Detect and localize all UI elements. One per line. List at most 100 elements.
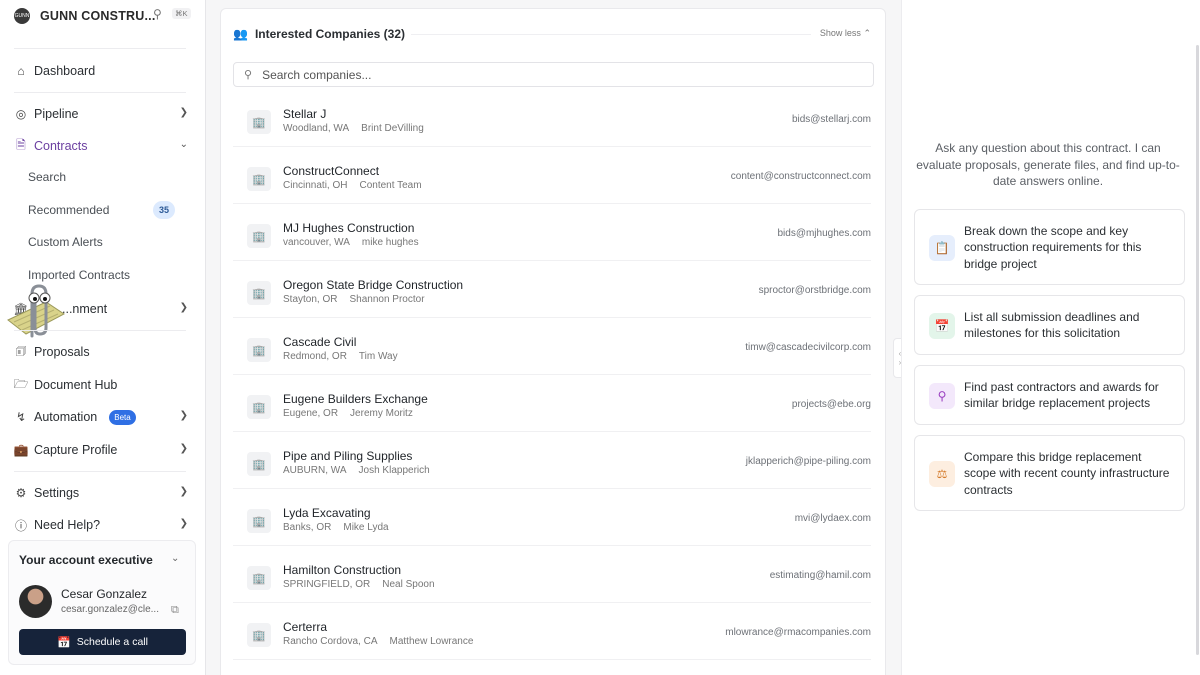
lightning-icon: ↯ [15,410,27,424]
clipboard-icon: 📋 [929,235,955,261]
company-meta: Redmond, OR Tim Way [283,351,398,362]
company-location: Rancho Cordova, CA [283,636,378,647]
building-icon: 🏢 [247,224,271,248]
suggestion-text: List all submission deadlines and milest… [964,310,1140,341]
divider [14,92,186,93]
nav-need-help-label: Need Help? [34,518,101,532]
company-contact: Mike Lyda [343,522,389,533]
building-icon: 🏢 [247,167,271,191]
company-contact: Neal Spoon [382,579,435,590]
suggestion-card[interactable]: 📋 Break down the scope and key construct… [914,209,1185,285]
company-name: MJ Hughes Construction [283,221,415,235]
company-search-box[interactable]: ⚲ [233,62,874,87]
nav-contracts-imported[interactable]: Imported Contracts [28,265,130,285]
brand-name: GUNN CONSTRU... [40,9,156,23]
company-row[interactable]: 🏢 Pipe and Piling Supplies AUBURN, WA Josh … [233,437,871,489]
company-email[interactable]: content@constructconnect.com [731,171,871,182]
scrollbar[interactable] [1196,45,1199,655]
nav-contracts-custom-alerts[interactable]: Custom Alerts [28,232,103,252]
company-email[interactable]: bids@stellarj.com [792,114,871,125]
nav-capture-profile[interactable]: 💼 Capture Profile ❯ [14,439,192,461]
nav-pipeline[interactable]: ◎ Pipeline ❯ [14,103,192,125]
nav-contracts-search[interactable]: Search [28,167,66,187]
shortcut-hint: ⌘K [172,8,191,19]
company-row[interactable]: 🏢 Cascade Civil Redmond, OR Tim Way timw@cas… [233,323,871,375]
search-icon: ⚲ [929,383,955,409]
brand-header[interactable]: GUNN GUNN CONSTRU... ⚲ ⌘K [14,6,194,26]
company-name: Lyda Excavating [283,506,371,520]
nav-dashboard[interactable]: ⌂ Dashboard [14,60,192,82]
company-row[interactable]: 🏢 Hamilton Construction SPRINGFIELD, OR Nea… [233,551,871,603]
company-row[interactable]: 🏢 Certerra Rancho Cordova, CA Matthew Lowra… [233,608,871,660]
schedule-call-button[interactable]: 📅 Schedule a call [19,629,186,655]
company-search-input[interactable] [262,67,843,82]
company-meta: Cincinnati, OH Content Team [283,180,422,191]
company-row[interactable]: 🏢 Lyda Excavating Banks, OR Mike Lyda mvi@ly… [233,494,871,546]
nav-dashboard-label: Dashboard [34,64,96,78]
company-row[interactable]: 🏢 Oregon State Bridge Construction Stayton… [233,266,871,318]
company-name: Hamilton Construction [283,563,402,577]
company-contact: Brint DeVilling [361,123,424,134]
app-root: GUNN GUNN CONSTRU... ⚲ ⌘K ⌂ Dashboard ◎ … [0,0,1200,675]
suggestion-card[interactable]: 📅 List all submission deadlines and mile… [914,295,1185,355]
search-icon[interactable]: ⚲ [153,7,162,21]
company-contact: Matthew Lowrance [389,636,474,647]
copy-icon[interactable]: ⧉ [171,604,179,617]
target-icon: ◎ [15,107,27,121]
building-icon: 🏢 [247,395,271,419]
company-name: Pipe and Piling Supplies [283,449,413,463]
users-icon: 👥 [233,27,248,41]
suggestion-card[interactable]: ⚖ Compare this bridge replacement scope … [914,435,1185,511]
paperclip-assistant-icon[interactable] [2,284,68,344]
building-icon: 🏢 [247,110,271,134]
nav-settings-label: Settings [34,486,80,500]
nav-contracts-recommended[interactable]: Recommended [28,200,109,220]
company-row[interactable]: 🏢 Stellar J Woodland, WA Brint DeVilling bid… [233,95,871,147]
company-email[interactable]: bids@mjhughes.com [777,228,871,239]
nav-contracts[interactable]: 🗎 Contracts ⌄ [14,135,192,157]
company-email[interactable]: timw@cascadecivilcorp.com [745,342,871,353]
chevron-down-icon[interactable]: ⌄ [171,553,179,564]
company-row[interactable]: 🏢 ConstructConnect Cincinnati, OH Content T… [233,152,871,204]
building-icon: 🏢 [247,452,271,476]
company-email[interactable]: jklapperich@pipe-piling.com [746,456,871,467]
company-email[interactable]: mvi@lydaex.com [795,513,871,524]
company-contact: Content Team [359,180,422,191]
nav-document-hub-label: Document Hub [34,378,118,392]
show-less-label: Show less [819,28,861,38]
chevron-right-icon: ❯ [179,302,188,313]
nav-document-hub[interactable]: 🗁 Document Hub [14,374,192,396]
executive-name: Cesar Gonzalez [61,587,148,601]
chevron-right-icon: ❯ [179,107,188,118]
company-email[interactable]: projects@ebe.org [792,399,871,410]
company-name: Stellar J [283,107,327,121]
company-name: Eugene Builders Exchange [283,392,428,406]
suggestion-text: Break down the scope and key constructio… [964,224,1142,271]
assistant-intro: Ask any question about this contract. I … [916,141,1180,188]
company-contact: mike hughes [361,237,419,248]
company-row[interactable]: 🏢 Eugene Builders Exchange Eugene, OR Jerem… [233,380,871,432]
company-email[interactable]: sproctor@orstbridge.com [759,285,871,296]
nav-settings[interactable]: ⚙ Settings ❯ [14,482,192,504]
assistant-panel: Ask any question about this contract. I … [901,0,1200,675]
nav-proposals[interactable]: 🗊 Proposals [14,341,192,363]
proposal-icon: 🗊 [15,343,27,358]
show-less-toggle[interactable]: Show less ⌃ [820,28,871,39]
company-location: Eugene, OR [283,408,339,419]
nav-need-help[interactable]: ⓘ Need Help? ❯ [14,514,192,536]
suggestion-card[interactable]: ⚲ Find past contractors and awards for s… [914,365,1185,425]
interested-companies-card: 👥 Interested Companies (32) Show less ⌃ … [220,8,886,675]
suggestion-text: Compare this bridge replacement scope wi… [964,450,1170,497]
company-meta: Stayton, OR Shannon Proctor [283,294,425,305]
company-email[interactable]: estimating@hamil.com [770,570,871,581]
company-row[interactable]: 🏢 MJ Hughes Construction vancouver, WA mike… [233,209,871,261]
scale-icon: ⚖ [929,461,955,487]
nav-automation[interactable]: ↯ Automation Beta ❯ [14,406,192,428]
company-email[interactable]: mlowrance@rmacompanies.com [725,627,871,638]
account-executive-title: Your account executive [19,553,153,567]
company-contact: Jeremy Moritz [350,408,413,419]
nav-contracts-label: Contracts [34,139,88,153]
card-header: 👥 Interested Companies (32) [233,25,405,43]
account-executive-card: Your account executive ⌄ Cesar Gonzalez … [8,540,196,665]
chevron-right-icon: ❯ [179,518,188,529]
